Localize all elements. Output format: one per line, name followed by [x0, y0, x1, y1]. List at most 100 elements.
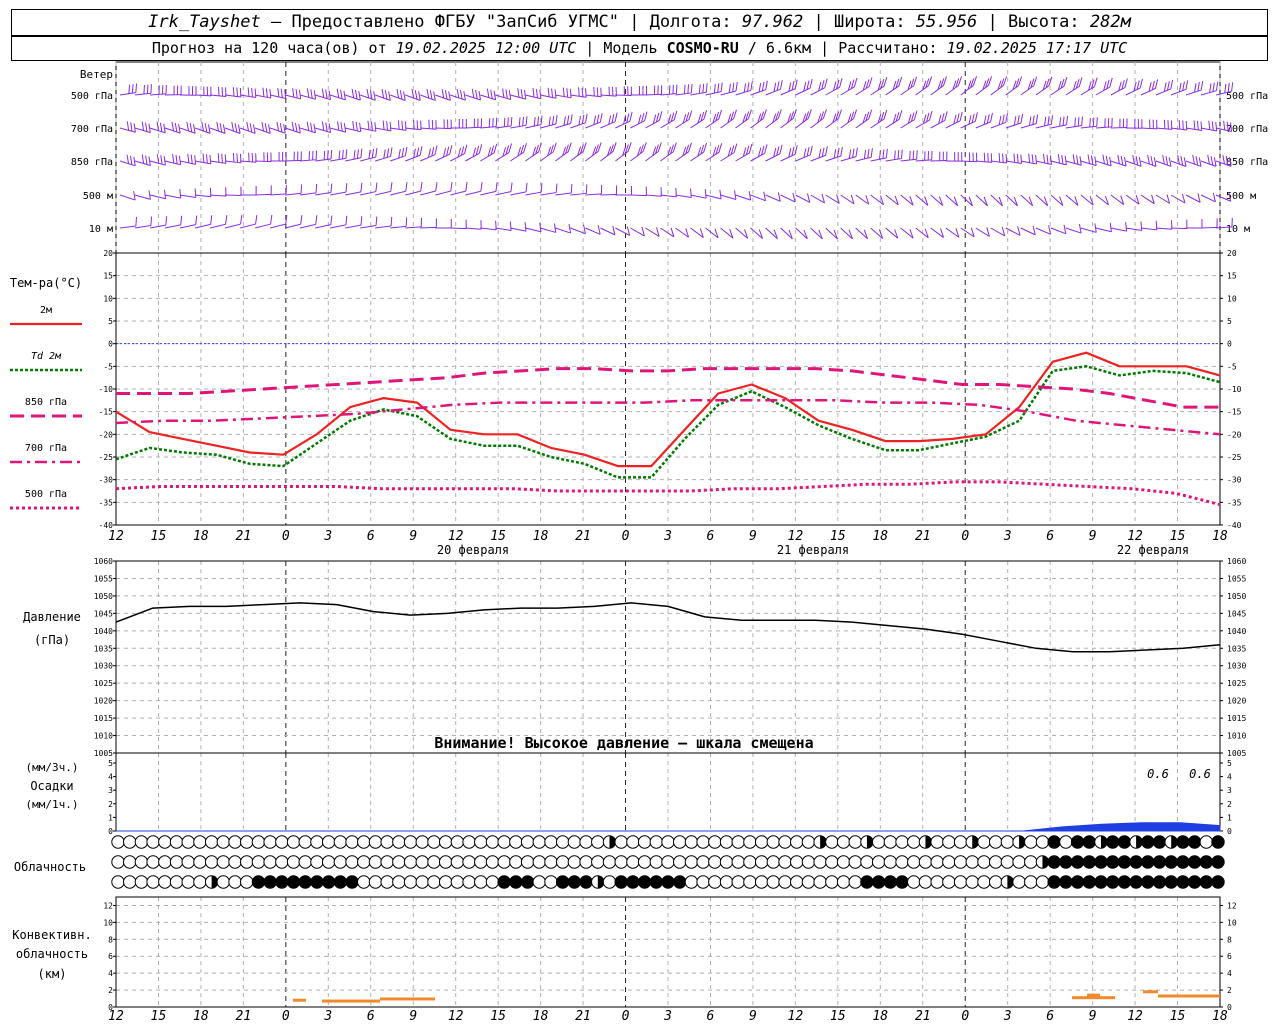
- cloud-cover-symbol: [1176, 835, 1190, 849]
- wind-barb-flag: [1013, 153, 1016, 163]
- precip-ytick-label: 0: [108, 827, 113, 836]
- wind-barb-shaft: [360, 191, 376, 196]
- wind-barb-flag: [855, 147, 858, 157]
- wind-barb-shaft: [675, 119, 690, 129]
- wind-barb-flag: [718, 109, 723, 120]
- wind-barb-flag: [186, 121, 190, 132]
- temp-panel-ytick-label: -30: [1227, 476, 1242, 485]
- wind-barb-flag: [683, 84, 686, 94]
- cloud-cover-symbol: [1094, 855, 1108, 869]
- temp-panel-ytick-label: 5: [108, 317, 113, 326]
- wind-barb-flag: [337, 121, 340, 131]
- wind-barb-shaft: [510, 151, 525, 162]
- cloud-cover-symbol: [649, 875, 663, 889]
- wind-barb-flag: [863, 149, 867, 159]
- wind-barb-flag: [370, 121, 373, 131]
- wind-barb-flag: [1090, 155, 1094, 165]
- cloud-cover-symbol: [438, 855, 453, 869]
- bottom-axis-hour-label: 12: [448, 1009, 464, 1024]
- wind-barb-flag: [280, 88, 283, 98]
- temp-axis-hour-label: 3: [1003, 529, 1012, 544]
- wind-barb-shaft: [840, 118, 854, 129]
- cloud-cover-symbol: [673, 835, 687, 849]
- cloud-cover-symbol: [415, 835, 429, 849]
- wind-barb-shaft: [1080, 227, 1097, 233]
- wind-barb-shaft: [1050, 124, 1067, 129]
- date-label: 22 февраля: [1117, 543, 1189, 557]
- wind-barb-flag: [397, 120, 400, 130]
- wind-barb-flag: [555, 114, 558, 125]
- wind-barb-shaft: [795, 154, 811, 162]
- cloud-cover-symbol: [263, 855, 277, 869]
- temp-panel-ytick-label: 5: [1227, 317, 1232, 326]
- cloud-cover-symbol: [392, 835, 406, 849]
- wind-barb-shaft: [585, 227, 601, 235]
- wind-barb-flag: [1182, 120, 1184, 130]
- wind-barb-shaft: [149, 194, 166, 200]
- wind-barb-flag: [356, 149, 359, 159]
- cloud-cover-symbol: [708, 855, 722, 869]
- wind-barb-flag: [490, 89, 493, 99]
- wind-barb-shaft: [960, 84, 974, 96]
- wind-barb-flag: [135, 83, 138, 93]
- wind-barb-flag: [728, 83, 731, 93]
- cloud-cover-symbol: [427, 875, 441, 889]
- wind-barb-shaft: [225, 160, 242, 164]
- wind-barb-flag: [1162, 154, 1165, 165]
- wind-barb-shaft: [645, 119, 660, 129]
- cloud-cover-symbol: [450, 835, 465, 849]
- temp-panel-ytick-label: 10: [1227, 294, 1237, 303]
- cloud-cover-symbol: [883, 875, 898, 889]
- wind-barb-flag: [232, 87, 235, 97]
- temp-axis-hour-label: 9: [409, 529, 417, 544]
- temp-panel-ytick-label: -25: [99, 453, 114, 462]
- wind-barb-shaft: [510, 94, 526, 100]
- wind-barb-flag: [360, 148, 363, 158]
- temp-panel-ytick-label: 15: [103, 272, 113, 281]
- wind-barb-flag: [1198, 157, 1202, 167]
- bottom-axis-hour-label: 6: [367, 1009, 375, 1024]
- wind-barb-flag: [190, 154, 193, 164]
- bottom-axis-hour-label: 15: [1170, 1009, 1186, 1024]
- wind-barb-flag: [401, 147, 405, 158]
- wind-barb-flag: [983, 115, 987, 125]
- wind-barb-shaft: [164, 194, 181, 199]
- cloud-cover-symbol: [497, 875, 511, 889]
- wind-barb-flag: [464, 144, 468, 154]
- wind-barb-flag: [822, 109, 827, 119]
- wind-barb-flag: [974, 112, 978, 122]
- wind-barb-flag: [1150, 156, 1154, 166]
- wind-barb-flag: [551, 88, 554, 98]
- conv-cloud-bar: [293, 998, 306, 1002]
- wind-barb-flag: [552, 142, 557, 152]
- wind-barb-shaft: [735, 194, 751, 201]
- wind-barb-shaft: [1065, 160, 1082, 166]
- cloud-cover-symbol: [474, 835, 488, 849]
- wind-barb-shaft: [600, 150, 614, 162]
- cloud-cover-symbol: [860, 875, 874, 889]
- pressure-panel-ytick-label: 1030: [1227, 662, 1246, 671]
- wind-barb-flag: [735, 81, 738, 92]
- wind-barb-flag: [848, 149, 852, 159]
- cloud-cover-symbol: [134, 855, 149, 869]
- wind-barb-flag: [1212, 82, 1215, 92]
- wind-barb-flag: [612, 142, 617, 152]
- wind-barb-flag: [748, 143, 753, 154]
- bottom-axis-hour-label: 21: [915, 1009, 931, 1024]
- wind-barb-flag: [239, 87, 242, 98]
- cloud-cover-symbol: [427, 835, 441, 849]
- wind-barb-flag: [1035, 114, 1039, 124]
- wind-barb-flag: [562, 87, 565, 97]
- wind-barb-flag: [150, 84, 152, 94]
- cloud-cover-symbol: [918, 855, 933, 869]
- wind-barb-flag: [1016, 153, 1019, 163]
- pressure-panel-ytick-label: 1060: [1227, 557, 1246, 566]
- wind-barb-shaft: [1155, 88, 1171, 96]
- conv-ytick-label: 8: [108, 935, 113, 944]
- temp-panel-ytick-label: 0: [108, 340, 113, 349]
- precip-ytick-label: 0: [1227, 827, 1232, 836]
- wind-barb-shaft: [1080, 125, 1097, 129]
- wind-title: Ветер: [80, 68, 113, 81]
- cloud-cover-symbol: [567, 835, 582, 849]
- wind-barb-flag: [563, 116, 566, 126]
